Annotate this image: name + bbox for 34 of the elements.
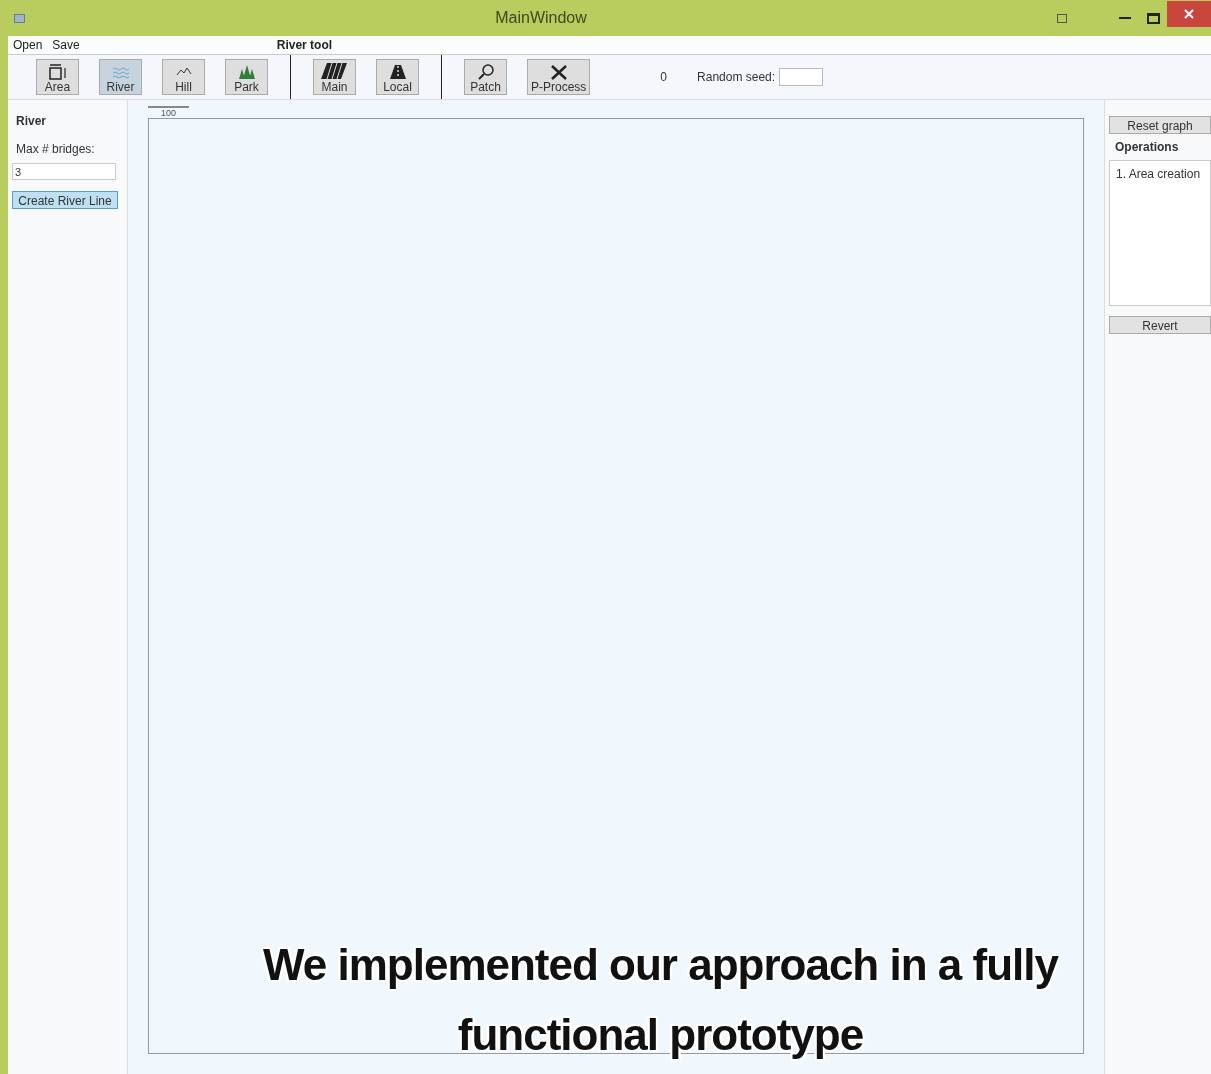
frame-icon (47, 64, 68, 80)
close-button[interactable] (1167, 1, 1211, 27)
road-icon (387, 64, 408, 80)
revert-button[interactable]: Revert (1109, 316, 1211, 334)
tool-button[interactable]: Park (225, 59, 268, 95)
panel-title: River (16, 113, 48, 130)
tool-title: River tool (276, 37, 333, 54)
road-icon (320, 62, 349, 80)
close-icon (1184, 9, 1194, 19)
tool-button[interactable]: P-Process (527, 59, 591, 95)
reset-graph-button[interactable]: Reset graph (1109, 116, 1211, 134)
tool-button[interactable]: River (99, 59, 142, 95)
tool-button[interactable]: Area (36, 59, 79, 95)
tool-button[interactable]: Patch (464, 59, 507, 95)
operation-item[interactable]: 1. Area creation (1116, 165, 1204, 183)
menu-item[interactable]: Save (47, 36, 85, 54)
subtitle-text: functional prototype (457, 1009, 864, 1061)
tool-button[interactable]: Main (313, 59, 356, 95)
create-river-line-button[interactable]: Create River Line (12, 191, 118, 209)
app-icon (14, 13, 25, 23)
tool-button[interactable]: Hill (162, 59, 205, 95)
window-title: MainWindow (494, 8, 588, 28)
seed-field[interactable] (779, 68, 824, 86)
waves-icon (110, 64, 131, 80)
subtitle-text: We implemented our approach in a fully (263, 939, 1058, 991)
restore-icon (1057, 13, 1067, 23)
seed-label: Random seed: (697, 69, 776, 86)
field-label: Max # bridges: (16, 141, 96, 158)
trees-icon (236, 64, 257, 80)
bridges-field[interactable]: 3 (12, 163, 116, 180)
operations-title: Operations (1115, 139, 1180, 156)
tool-button[interactable]: Local (376, 59, 419, 95)
counter-text: 0 (660, 69, 668, 86)
menu-item[interactable]: Open (8, 36, 48, 54)
